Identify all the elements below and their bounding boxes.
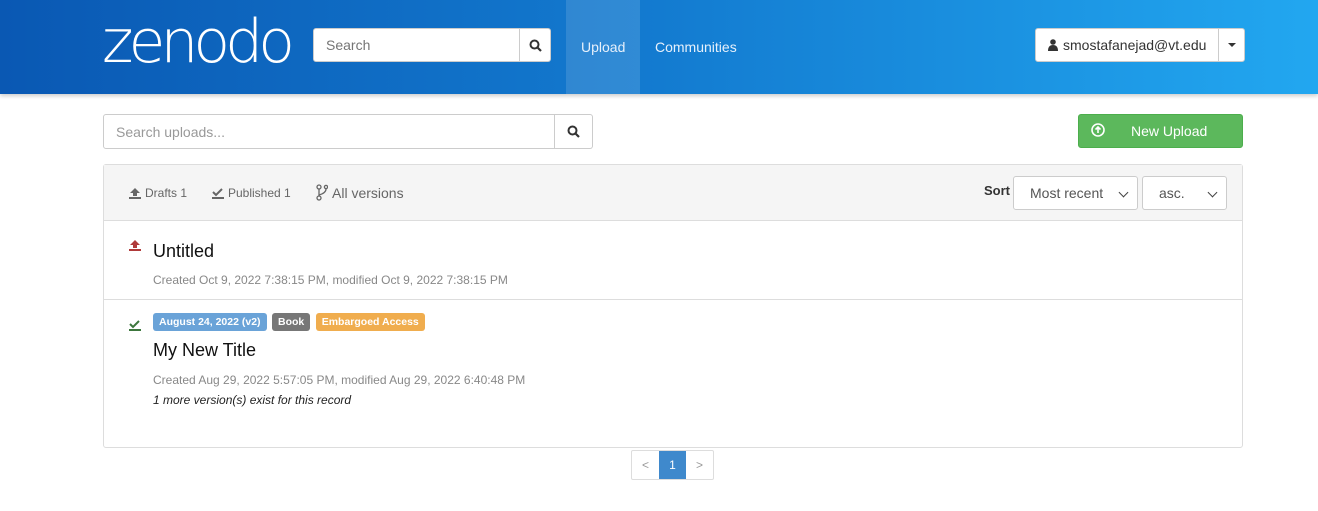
zenodo-logo[interactable]: zenodo (102, 12, 295, 72)
user-menu[interactable]: smostafanejad@vt.edu (1035, 28, 1246, 62)
versions-note: 1 more version(s) exist for this record (153, 393, 352, 407)
prev-page-button[interactable]: < (632, 451, 659, 479)
global-search-input[interactable] (313, 28, 520, 62)
filter-drafts-label: Drafts 1 (145, 186, 188, 200)
sort-by-value: Most recent (1030, 185, 1104, 201)
caret-down-icon (1227, 43, 1236, 47)
filter-published[interactable]: Published 1 (212, 186, 291, 200)
pagination: < 1 > (631, 450, 714, 480)
panel-header: Drafts 1 Published 1 All versions Sort M… (104, 165, 1242, 221)
uploads-search-input[interactable] (103, 114, 555, 149)
top-navbar: zenodo Upload Communities smostafanejad@… (0, 0, 1318, 94)
sort-label: Sort (984, 183, 1010, 198)
uploads-panel: Drafts 1 Published 1 All versions Sort M… (103, 164, 1243, 448)
uploads-search-button[interactable] (555, 114, 593, 149)
user-button[interactable]: smostafanejad@vt.edu (1036, 29, 1220, 61)
record-title[interactable]: My New Title (153, 340, 256, 361)
filter-all-versions-label: All versions (332, 184, 404, 201)
record-meta: Created Oct 9, 2022 7:38:15 PM, modified… (153, 273, 508, 287)
version-badge[interactable]: August 24, 2022 (v2) (153, 313, 267, 331)
next-page-button[interactable]: > (686, 451, 713, 479)
upload-icon (129, 187, 141, 199)
filter-published-label: Published 1 (228, 186, 291, 200)
chevron-down-icon (1118, 187, 1129, 198)
check-icon (212, 187, 224, 199)
sort-by-select[interactable]: Most recent (1013, 176, 1138, 210)
filter-drafts[interactable]: Drafts 1 (129, 186, 187, 200)
user-email: smostafanejad@vt.edu (1063, 37, 1207, 53)
nav-communities[interactable]: Communities (640, 0, 752, 94)
record-item: August 24, 2022 (v2) Book Embargoed Acce… (104, 300, 1242, 447)
sort-order-select[interactable]: asc. (1142, 176, 1227, 210)
upload-circle-icon (1091, 123, 1105, 137)
sort-order-value: asc. (1159, 185, 1185, 201)
new-upload-label: New Upload (1131, 123, 1208, 139)
new-upload-button[interactable]: New Upload (1078, 114, 1243, 148)
chevron-down-icon (1207, 187, 1218, 198)
uploads-search (103, 114, 593, 149)
filter-all-versions[interactable]: All versions (316, 184, 404, 201)
page-1-button[interactable]: 1 (659, 451, 686, 479)
user-dropdown-toggle[interactable] (1219, 29, 1244, 61)
global-search-button[interactable] (520, 28, 551, 62)
record-item: Untitled Created Oct 9, 2022 7:38:15 PM,… (104, 221, 1242, 300)
access-badge[interactable]: Embargoed Access (315, 313, 425, 331)
nav-upload[interactable]: Upload (566, 0, 641, 94)
branch-icon (316, 184, 328, 201)
user-icon (1048, 39, 1058, 51)
record-meta: Created Aug 29, 2022 5:57:05 PM, modifie… (153, 373, 526, 387)
type-badge[interactable]: Book (272, 313, 311, 331)
published-check-icon (129, 320, 141, 331)
search-icon (529, 39, 542, 52)
record-title[interactable]: Untitled (153, 241, 214, 262)
search-icon (567, 125, 580, 138)
record-badges: August 24, 2022 (v2) Book Embargoed Acce… (153, 312, 426, 331)
global-search (313, 28, 551, 62)
draft-upload-icon (129, 240, 141, 251)
